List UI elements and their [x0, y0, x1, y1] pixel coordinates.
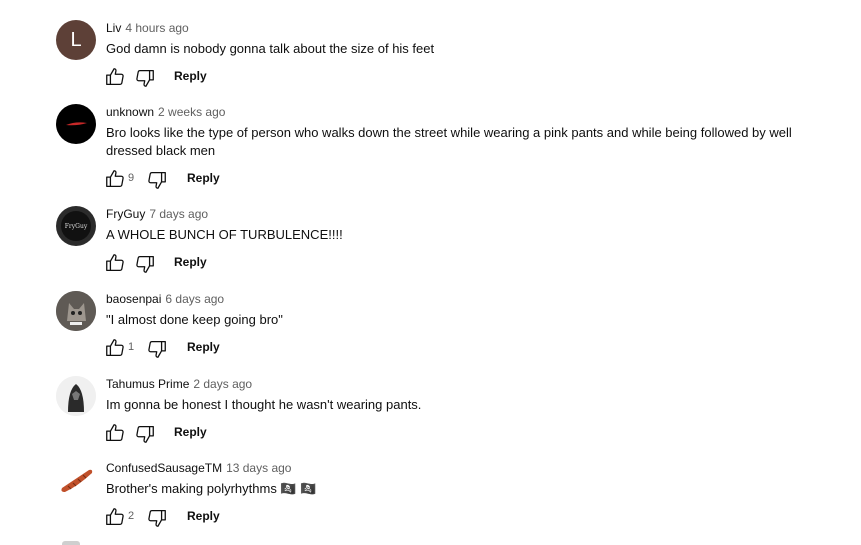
cat-photo-icon [56, 291, 96, 331]
author-name[interactable]: Tahumus Prime [106, 377, 189, 391]
dislike-button[interactable] [146, 507, 168, 529]
dislike-button[interactable] [134, 423, 156, 445]
dislike-button[interactable] [134, 253, 156, 275]
avatar[interactable] [56, 104, 96, 144]
dislike-button[interactable] [146, 338, 168, 360]
author-name[interactable]: ConfusedSausageTM [106, 461, 222, 475]
comment-text: Brother's making polyrhythms 🏴‍☠️ 🏴‍☠️ [106, 481, 317, 496]
like-button[interactable] [104, 168, 126, 190]
like-count: 1 [128, 341, 135, 353]
comment-timestamp[interactable]: 7 days ago [149, 207, 208, 221]
avatar-label: FryGuy [64, 222, 88, 230]
comment-text: A WHOLE BUNCH OF TURBULENCE!!!! [106, 227, 343, 242]
thumbs-down-icon [136, 256, 154, 273]
thumbs-up-icon [106, 424, 124, 441]
thumbs-up-icon [106, 170, 124, 187]
thumbs-up-icon [106, 68, 124, 85]
like-button[interactable] [104, 422, 126, 444]
reply-button[interactable]: Reply [187, 509, 220, 523]
reply-button[interactable]: Reply [174, 255, 207, 269]
author-name[interactable]: baosenpai [106, 292, 161, 306]
dislike-button[interactable] [146, 169, 168, 191]
thumbs-down-icon [148, 172, 166, 189]
comment-text: God damn is nobody gonna talk about the … [106, 41, 435, 56]
reply-button[interactable]: Reply [174, 425, 207, 439]
thumbs-down-icon [148, 341, 166, 358]
thumbs-down-icon [148, 510, 166, 527]
like-button[interactable] [104, 252, 126, 274]
avatar-logo-icon [66, 122, 87, 126]
thumbs-up-icon [106, 339, 124, 356]
avatar[interactable]: FryGuy [56, 206, 96, 246]
avatar[interactable] [56, 460, 96, 500]
reply-button[interactable]: Reply [187, 171, 220, 185]
sausage-icon [61, 469, 93, 492]
avatar[interactable] [56, 376, 96, 416]
like-button[interactable] [104, 337, 126, 359]
author-name[interactable]: unknown [106, 105, 154, 119]
dislike-button[interactable] [134, 67, 156, 89]
thumbs-up-icon [106, 254, 124, 271]
reply-button[interactable]: Reply [187, 340, 220, 354]
thumbs-down-icon [136, 70, 154, 87]
reply-button[interactable]: Reply [174, 69, 207, 83]
author-name[interactable]: Liv [106, 21, 121, 35]
robot-avatar-icon [56, 376, 96, 416]
thumbs-up-icon [106, 508, 124, 525]
comment-text: Bro looks like the type of person who wa… [106, 125, 792, 158]
comment-timestamp[interactable]: 2 days ago [193, 377, 252, 391]
avatar-letter: L [70, 28, 82, 51]
comment-timestamp[interactable]: 6 days ago [165, 292, 224, 306]
avatar[interactable] [56, 291, 96, 331]
comment-timestamp[interactable]: 2 weeks ago [158, 105, 225, 119]
comment-text: Im gonna be honest I thought he wasn't w… [106, 397, 422, 412]
comment-timestamp[interactable]: 13 days ago [226, 461, 291, 475]
author-name[interactable]: FryGuy [106, 207, 145, 221]
avatar[interactable]: L [56, 20, 96, 60]
avatar[interactable] [62, 541, 80, 545]
comment-text: "I almost done keep going bro" [106, 312, 283, 327]
like-button[interactable] [104, 506, 126, 528]
like-count: 2 [128, 510, 135, 522]
thumbs-down-icon [136, 426, 154, 443]
comment-timestamp[interactable]: 4 hours ago [125, 21, 188, 35]
like-button[interactable] [104, 66, 126, 88]
like-count: 9 [128, 172, 135, 184]
